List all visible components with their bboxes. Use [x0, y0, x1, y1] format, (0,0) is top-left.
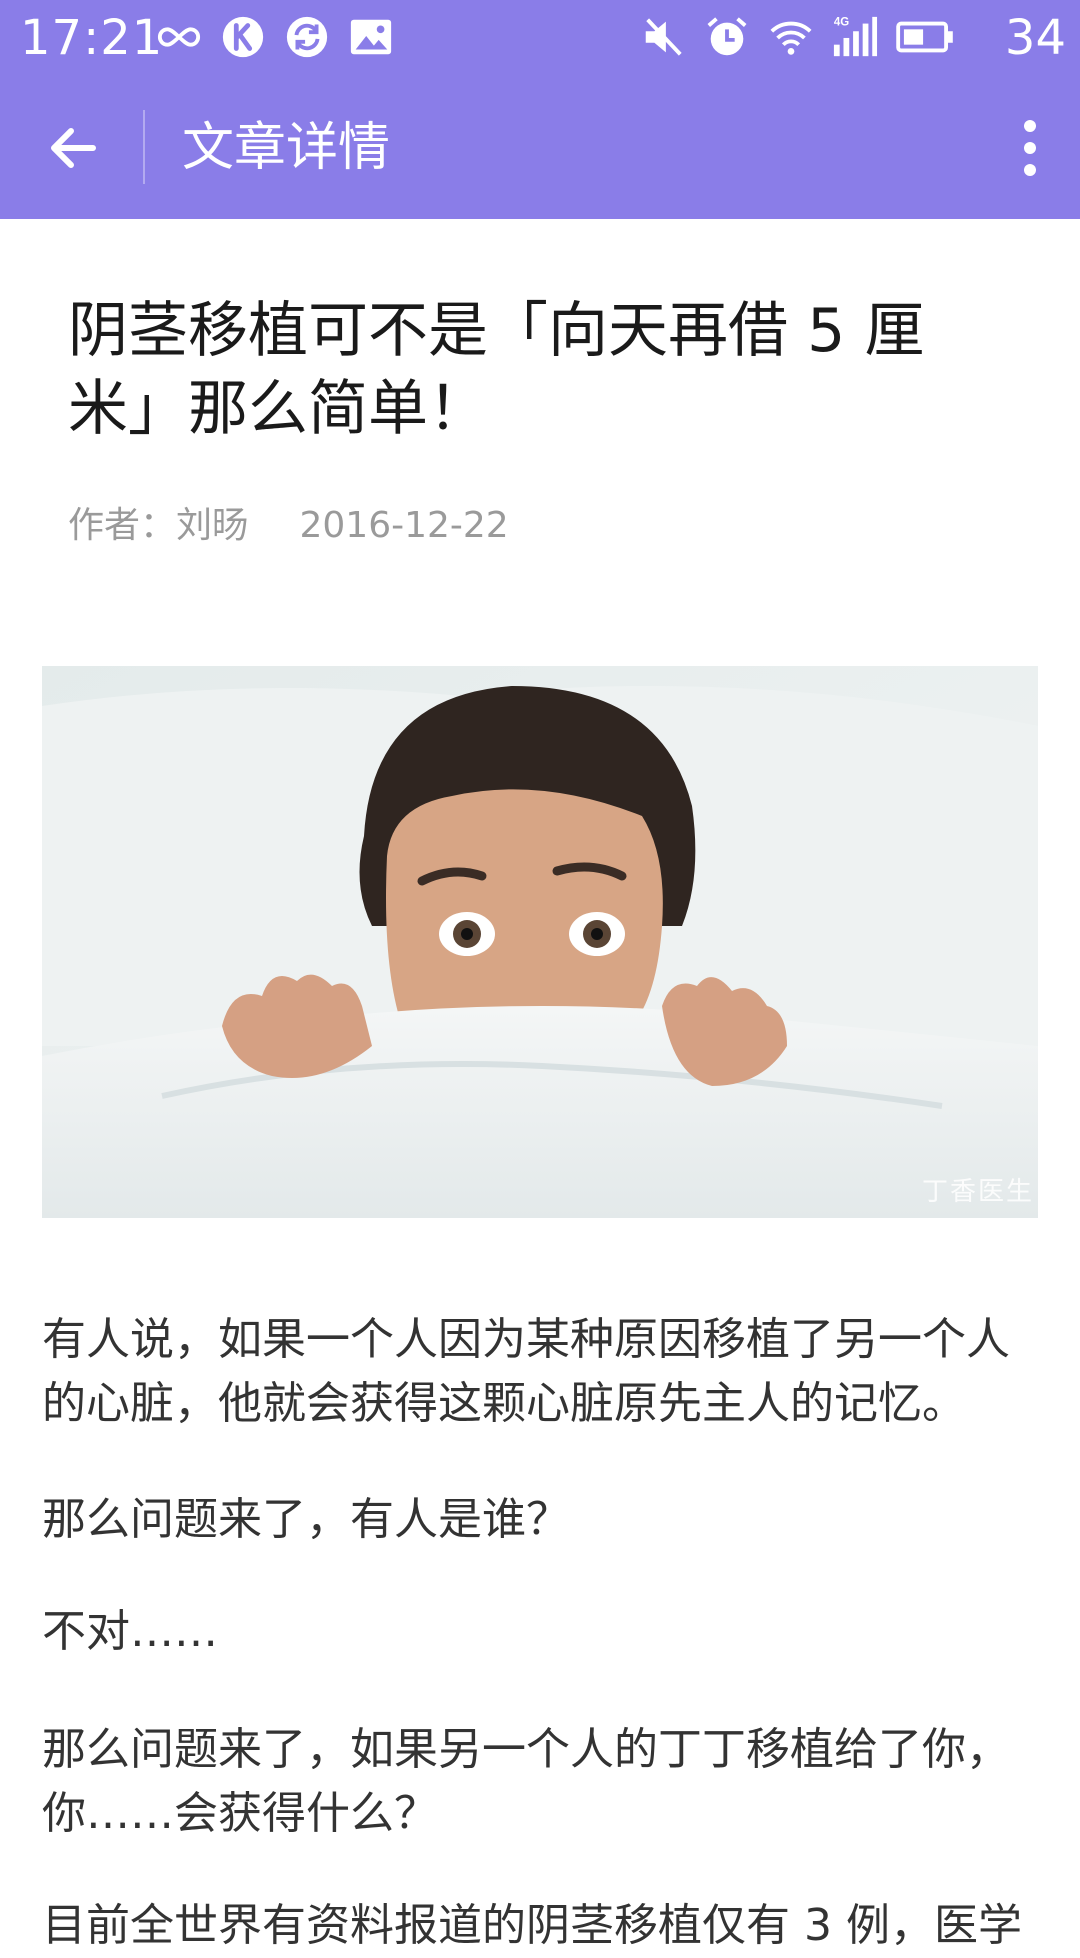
top-bar: 17:21 4G 34 文章详情: [0, 0, 1080, 219]
battery-icon: [896, 21, 953, 53]
page-title: 文章详情: [182, 118, 391, 178]
paragraph-4: 那么问题来了，如果另一个人的丁丁移植给了你，你……会获得什么？: [42, 1724, 1010, 1839]
arrow-left-icon: [51, 128, 96, 168]
battery-level-text: 34: [1004, 10, 1066, 66]
article-meta: 作者：刘旸 2016-12-22: [68, 502, 509, 550]
paragraph-3: 不对……: [42, 1606, 218, 1657]
author-name: 刘旸: [176, 505, 249, 546]
app-bar: 文章详情: [0, 76, 1080, 219]
image-watermark: 丁香医生: [921, 1177, 1034, 1207]
image-icon: [350, 19, 392, 55]
status-right-icons: 4G: [640, 14, 954, 60]
hero-illustration: [42, 666, 1038, 1218]
status-left-icons: [156, 14, 394, 60]
alarm-icon: [707, 17, 747, 56]
signal-4g-icon: 4G: [833, 17, 878, 57]
paragraph-5: 目前全世界有资料报道的阴茎移植仅有 3 例，医学: [42, 1900, 1022, 1951]
status-time: 17:21: [20, 10, 164, 66]
publish-date: 2016-12-22: [299, 505, 509, 546]
more-vertical-icon: [1024, 120, 1036, 176]
article-hero-image: 丁香医生: [42, 666, 1038, 1218]
infinity-icon: [157, 27, 201, 47]
k-app-icon: [222, 16, 264, 58]
svg-text:4G: 4G: [834, 17, 849, 29]
paragraph-2: 那么问题来了，有人是谁？: [42, 1494, 570, 1545]
mute-icon: [645, 18, 682, 56]
sync-icon: [286, 16, 328, 58]
appbar-divider: [143, 110, 145, 184]
back-button[interactable]: [36, 112, 108, 184]
author-label: 作者：: [68, 505, 177, 546]
article-title: 阴茎移植可不是「向天再借 5 厘米」那么简单！: [68, 296, 925, 444]
status-bar: 17:21 4G 34: [0, 0, 1080, 76]
paragraph-1: 有人说，如果一个人因为某种原因移植了另一个人的心脏，他就会获得这颗心脏原先主人的…: [42, 1314, 1010, 1429]
more-options-button[interactable]: [1000, 112, 1060, 184]
wifi-icon: [770, 21, 812, 55]
